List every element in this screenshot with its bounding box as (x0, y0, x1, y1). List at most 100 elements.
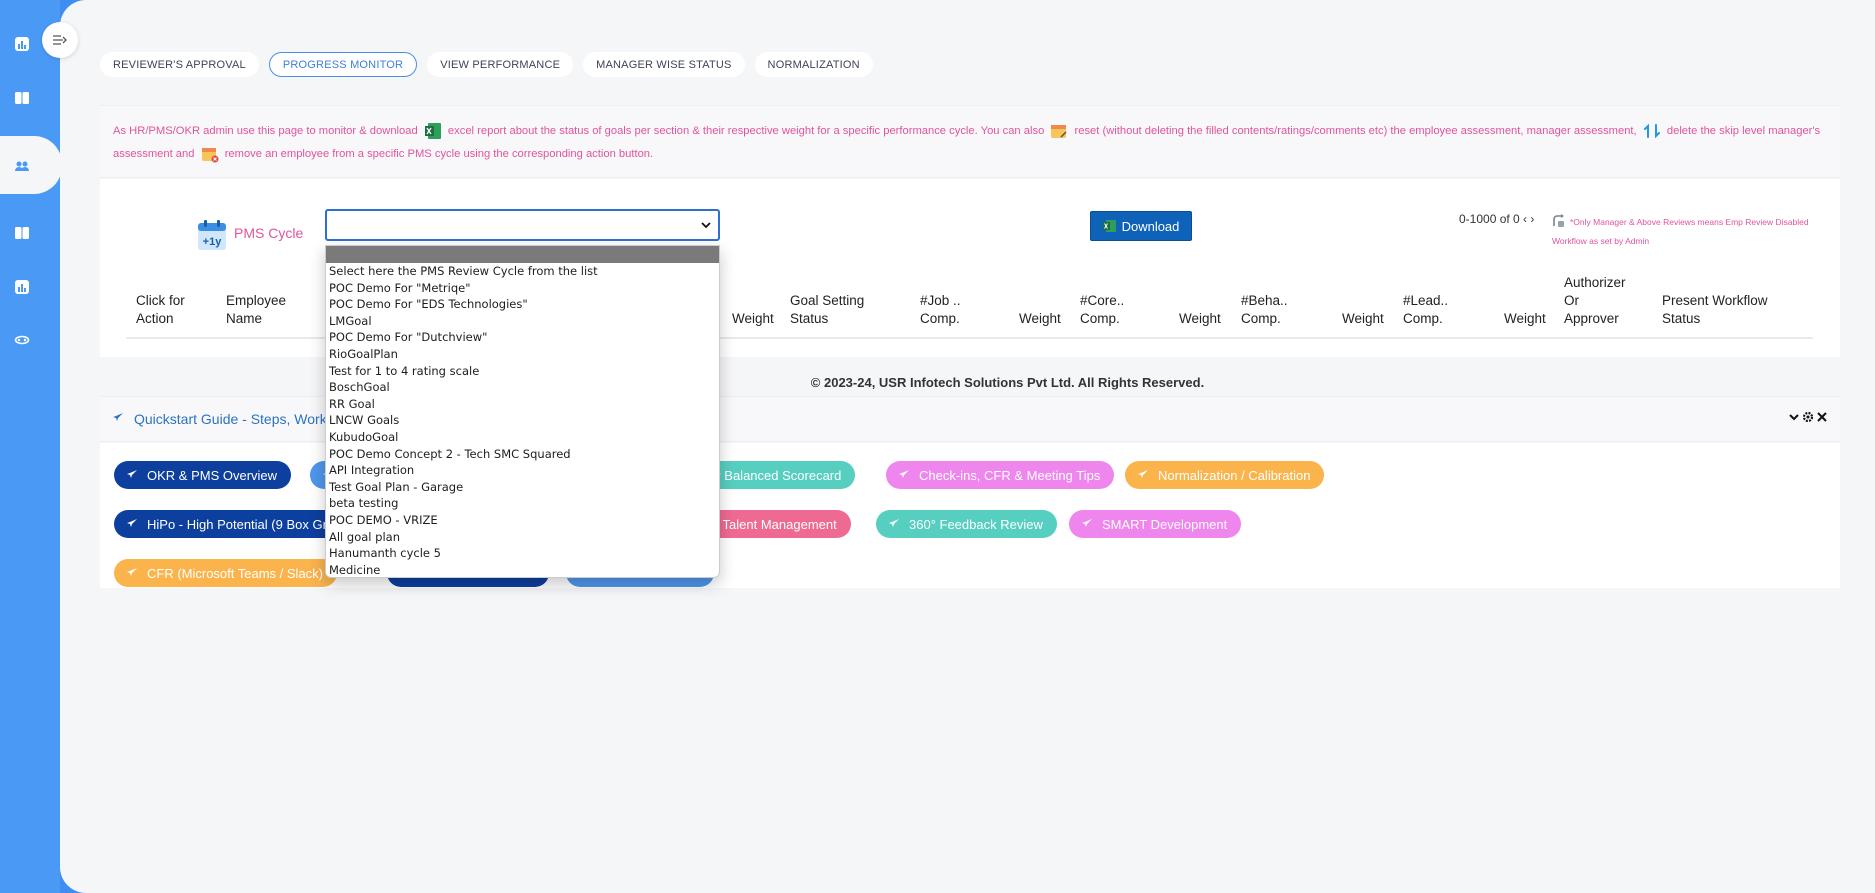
pagination[interactable]: 0-1000 of 0 ‹ › (1459, 212, 1534, 226)
pill-label: Check-ins, CFR & Meeting Tips (919, 467, 1101, 483)
sidebar-toggle-button[interactable] (42, 22, 78, 58)
guide-pill-smart-development[interactable]: SMART Development (1069, 510, 1242, 538)
pms-cycle-dropdown-list[interactable]: Select here the PMS Review Cycle from th… (325, 245, 720, 578)
sidebar-item-dashboard[interactable] (12, 34, 32, 54)
guide-pill-okr-pms-overview[interactable]: OKR & PMS Overview (114, 461, 292, 489)
handshake-icon (14, 335, 30, 345)
dropdown-option[interactable]: All goal plan (326, 529, 719, 546)
col-job-comp: #Job .. Comp. (920, 293, 961, 326)
dropdown-option[interactable]: POC Demo For "Metriqe" (326, 280, 719, 297)
dropdown-option[interactable]: POC Demo For "EDS Technologies" (326, 296, 719, 313)
col-goal-setting-status: Goal Setting Status (790, 293, 865, 326)
info-text: reset (without deleting the filled conte… (1074, 125, 1637, 137)
pms-cycle-label: PMS Cycle (234, 225, 304, 241)
col-authorizer: Authorizer Or Approver (1564, 275, 1626, 326)
col-click-for-action: Click for Action (136, 293, 185, 326)
close-icon[interactable] (1816, 411, 1828, 423)
rocket-icon (1082, 519, 1092, 527)
download-button[interactable]: Download (1090, 211, 1192, 241)
dropdown-option[interactable]: Test for 1 to 4 rating scale (326, 363, 719, 380)
tab-reviewers-approval[interactable]: REVIEWER'S APPROVAL (100, 52, 259, 77)
pill-label: SMART Development (1102, 516, 1228, 532)
dropdown-option[interactable]: API Integration (326, 462, 719, 479)
rocket-icon (113, 413, 123, 421)
col-weight: Weight (1179, 311, 1221, 326)
chevron-down-icon[interactable] (1788, 411, 1800, 423)
bar-chart-icon (15, 37, 29, 51)
dropdown-option[interactable]: POC Demo For "Dutchview" (326, 329, 719, 346)
tab-normalization[interactable]: NORMALIZATION (754, 52, 873, 77)
swap-icon (1643, 123, 1660, 139)
col-weight: Weight (732, 311, 774, 326)
download-label: Download (1121, 218, 1180, 234)
rocket-icon (899, 470, 909, 478)
sidebar (0, 0, 62, 893)
pms-cycle-select[interactable] (325, 209, 720, 241)
dropdown-option[interactable]: KubudoGoal (326, 429, 719, 446)
dropdown-option[interactable]: RR Goal (326, 396, 719, 413)
excel-icon (424, 123, 441, 140)
dropdown-option[interactable]: beta testing (326, 495, 719, 512)
pill-label: for Talent Management (704, 516, 837, 532)
col-weight: Weight (1504, 311, 1546, 326)
book-icon (15, 92, 29, 104)
guide-pill-cfr-teams-slack[interactable]: CFR (Microsoft Teams / Slack) (114, 559, 338, 587)
dropdown-option[interactable]: POC Demo Concept 2 - Tech SMC Squared (326, 446, 719, 463)
book-icon (15, 227, 29, 239)
dropdown-option[interactable]: POC DEMO - VRIZE (326, 512, 719, 529)
guide-pill-hipo[interactable]: HiPo - High Potential (9 Box Gri (114, 510, 354, 538)
pill-label: OKR & PMS Overview (147, 467, 278, 483)
rocket-icon (127, 568, 137, 576)
tab-progress-monitor[interactable]: PROGRESS MONITOR (268, 52, 418, 77)
sidebar-item-reports[interactable] (12, 277, 32, 297)
dropdown-option[interactable]: Test Goal Plan - Garage (326, 479, 719, 496)
excel-icon (1102, 220, 1116, 232)
workflow-note: *Only Manager & Above Reviews means Emp … (1552, 217, 1809, 246)
tab-bar: REVIEWER'S APPROVAL PROGRESS MONITOR VIE… (100, 52, 873, 77)
tab-manager-wise-status[interactable]: MANAGER WISE STATUS (583, 52, 745, 77)
calendar-reset-icon (1051, 125, 1067, 139)
rocket-icon (127, 519, 137, 527)
quickstart-title: Quickstart Guide - Steps, Workf (134, 411, 331, 427)
dropdown-option[interactable]: BoschGoal (326, 379, 719, 396)
guide-pill-checkins-cfr[interactable]: Check-ins, CFR & Meeting Tips (886, 461, 1115, 489)
col-weight: Weight (1019, 311, 1061, 326)
guide-pill-360-feedback[interactable]: 360° Feedback Review (876, 510, 1057, 538)
dropdown-option[interactable]: Hanumanth cycle 5 (326, 545, 719, 562)
rocket-icon (889, 519, 899, 527)
pill-label: HiPo - High Potential (9 Box Gri (147, 516, 330, 532)
col-employee-name: Employee Name (226, 293, 287, 326)
collapse-menu-icon (53, 35, 67, 45)
sidebar-item-people[interactable] (12, 156, 32, 176)
pill-label: 360° Feedback Review (909, 516, 1043, 532)
pill-label: - by Balanced Scorecard (699, 467, 842, 483)
rocket-icon (1138, 470, 1148, 478)
info-text: As HR/PMS/OKR admin use this page to mon… (113, 125, 418, 137)
dropdown-option[interactable]: RioGoalPlan (326, 346, 719, 363)
col-weight: Weight (1342, 311, 1384, 326)
info-banner: As HR/PMS/OKR admin use this page to mon… (100, 105, 1840, 178)
pill-label: CFR (Microsoft Teams / Slack) (147, 565, 324, 581)
guide-pill-normalization[interactable]: Normalization / Calibration (1125, 461, 1325, 489)
tab-view-performance[interactable]: VIEW PERFORMANCE (427, 52, 574, 77)
dropdown-option-selected[interactable] (326, 246, 719, 263)
sidebar-item-settings[interactable] (12, 329, 32, 349)
rocket-icon (127, 470, 137, 478)
dropdown-option[interactable]: Select here the PMS Review Cycle from th… (326, 263, 719, 280)
sidebar-item-goals[interactable] (12, 88, 32, 108)
info-text: excel report about the status of goals p… (447, 125, 1045, 137)
calendar-remove-icon (201, 148, 219, 163)
dropdown-option[interactable]: LNCW Goals (326, 412, 719, 429)
col-beha-comp: #Beha.. Comp. (1241, 293, 1288, 326)
sidebar-item-library[interactable] (12, 223, 32, 243)
quickstart-tools (1788, 411, 1828, 423)
gear-icon[interactable] (1802, 411, 1814, 423)
dropdown-option[interactable]: Medicine (326, 562, 719, 577)
col-workflow-status: Present Workflow Status (1662, 293, 1768, 326)
users-icon (15, 161, 29, 171)
dropdown-option[interactable]: LMGoal (326, 313, 719, 330)
col-lead-comp: #Lead.. Comp. (1403, 293, 1449, 326)
chevron-down-icon (701, 222, 711, 229)
pill-label: Normalization / Calibration (1158, 467, 1311, 483)
svg-text:+1y: +1y (203, 236, 223, 248)
